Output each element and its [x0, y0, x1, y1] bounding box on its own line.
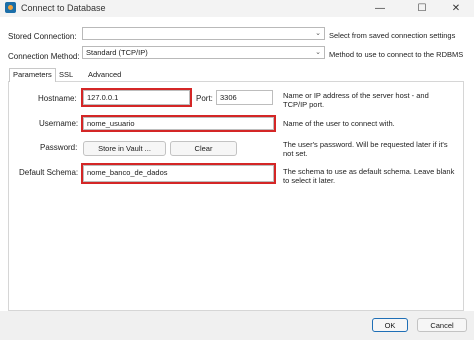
window-title: Connect to Database	[21, 3, 106, 13]
default-schema-field[interactable]: nome_banco_de_dados	[81, 163, 276, 184]
username-label: Username:	[39, 119, 79, 128]
default-schema-hint: The schema to use as default schema. Lea…	[283, 167, 455, 185]
port-label: Port:	[196, 94, 213, 103]
tab-advanced[interactable]: Advanced	[85, 69, 124, 81]
tab-parameters[interactable]: Parameters	[9, 68, 56, 82]
clear-password-button[interactable]: Clear	[170, 141, 237, 156]
close-button[interactable]: ✕	[442, 0, 470, 17]
hostname-field[interactable]: 127.0.0.1	[81, 88, 192, 107]
hostname-hint: Name or IP address of the server host - …	[283, 91, 429, 109]
connection-method-select[interactable]: Standard (TCP/IP) ⌄	[82, 46, 325, 59]
cancel-button[interactable]: Cancel	[417, 318, 467, 332]
tab-panel	[8, 81, 464, 311]
chevron-down-icon: ⌄	[315, 49, 321, 56]
chevron-down-icon: ⌄	[315, 30, 321, 37]
tab-ssl[interactable]: SSL	[56, 69, 76, 81]
store-in-vault-button[interactable]: Store in Vault ...	[83, 141, 166, 156]
password-hint: The user's password. Will be requested l…	[283, 140, 448, 158]
port-field[interactable]: 3306	[216, 90, 273, 105]
default-schema-label: Default Schema:	[19, 168, 79, 177]
password-label: Password:	[40, 143, 78, 152]
username-hint: Name of the user to connect with.	[283, 119, 395, 128]
maximize-button[interactable]: ☐	[408, 0, 436, 17]
stored-connection-hint: Select from saved connection settings	[329, 31, 456, 40]
minimize-button[interactable]: —	[366, 0, 394, 17]
ok-button[interactable]: OK	[372, 318, 408, 332]
connection-method-label: Connection Method:	[8, 52, 80, 61]
username-field[interactable]: nome_usuario	[81, 115, 276, 132]
connection-method-hint: Method to use to connect to the RDBMS	[329, 50, 464, 59]
stored-connection-label: Stored Connection:	[8, 32, 77, 41]
app-icon	[5, 2, 16, 13]
hostname-label: Hostname:	[38, 94, 77, 103]
stored-connection-select[interactable]: ⌄	[82, 27, 325, 40]
connection-method-value: Standard (TCP/IP)	[86, 48, 148, 57]
